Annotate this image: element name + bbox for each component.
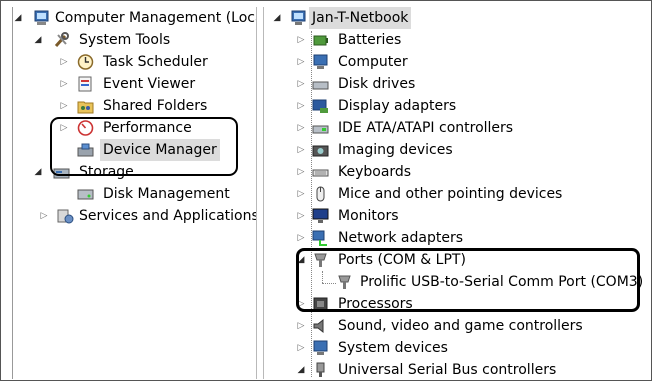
disk-drive-icon (312, 81, 329, 90)
category-label: Batteries (338, 32, 402, 48)
category-label: Keyboards (338, 164, 412, 180)
expand-arrow-icon[interactable]: ▷ (296, 34, 306, 46)
tools-icon (54, 32, 69, 48)
event-viewer-icon (78, 76, 92, 92)
mouse-icon (316, 186, 325, 202)
expand-arrow-icon[interactable]: ▷ (296, 78, 306, 90)
expand-arrow-icon[interactable]: ▷ (296, 144, 306, 156)
device-tree[interactable]: ◢ Jan-T-Netbook ▷ Batteries ▷ Computer ▷… (263, 7, 652, 379)
tree-item-label: Computer Management (Local (55, 10, 257, 26)
annotation-highlight-box (50, 117, 238, 176)
camera-icon (312, 145, 329, 157)
collapse-arrow-icon[interactable]: ◢ (13, 12, 23, 24)
system-device-icon (313, 340, 328, 355)
collapse-arrow-icon[interactable]: ◢ (296, 364, 306, 376)
collapse-arrow-icon[interactable]: ◢ (33, 166, 43, 178)
expand-arrow-icon[interactable]: ▷ (59, 56, 69, 68)
expand-arrow-icon[interactable]: ▷ (296, 100, 306, 112)
expand-arrow-icon[interactable]: ▷ (59, 78, 69, 90)
expand-arrow-icon[interactable]: ▷ (296, 122, 306, 134)
category-label: Computer (338, 54, 408, 70)
expand-arrow-icon[interactable]: ▷ (296, 320, 306, 332)
tree-item-label: Disk Management (103, 186, 230, 202)
category-label: System devices (338, 340, 448, 356)
services-icon (57, 209, 74, 224)
category-label: Network adapters (338, 230, 463, 246)
expand-arrow-icon[interactable]: ▷ (39, 210, 49, 222)
tree-item-label: Event Viewer (103, 76, 196, 92)
navigation-tree[interactable]: ◢ Computer Management (Local ◢ System To… (12, 7, 257, 379)
expand-arrow-icon[interactable]: ▷ (296, 210, 306, 222)
computer-management-icon (34, 10, 49, 25)
clock-icon (77, 54, 94, 70)
ide-controller-icon (312, 125, 329, 134)
category-label: IDE ATA/ATAPI controllers (338, 120, 514, 136)
computer-icon (291, 10, 306, 25)
expand-arrow-icon[interactable]: ▷ (59, 100, 69, 112)
battery-icon (313, 35, 328, 46)
tree-item-label: Services and Applications (79, 208, 257, 224)
usb-plug-icon (316, 362, 325, 377)
annotation-highlight-box (296, 248, 640, 312)
monitor-icon (312, 208, 329, 223)
collapse-arrow-icon[interactable]: ◢ (33, 34, 43, 46)
category-label: Monitors (338, 208, 399, 224)
tree-item-label: Shared Folders (103, 98, 208, 114)
category-label: Imaging devices (338, 142, 453, 158)
expand-arrow-icon[interactable]: ▷ (296, 56, 306, 68)
disk-management-icon (77, 189, 94, 200)
category-label: Disk drives (338, 76, 416, 92)
computer-icon (313, 54, 328, 69)
display-adapter-icon (312, 99, 328, 113)
network-adapter-icon (312, 230, 327, 246)
category-label: Universal Serial Bus controllers (338, 362, 557, 378)
tree-item-label: Task Scheduler (103, 54, 208, 70)
category-label: Sound, video and game controllers (338, 318, 583, 334)
expand-arrow-icon[interactable]: ▷ (296, 232, 306, 244)
computer-name-label: Jan-T-Netbook (309, 7, 412, 29)
collapse-arrow-icon[interactable]: ◢ (272, 12, 282, 24)
expand-arrow-icon[interactable]: ▷ (296, 166, 306, 178)
expand-arrow-icon[interactable]: ▷ (296, 188, 306, 200)
tree-item-label: System Tools (79, 32, 171, 48)
shared-folder-icon (77, 101, 94, 114)
category-label: Display adapters (338, 98, 457, 114)
category-label: Mice and other pointing devices (338, 186, 563, 202)
speaker-icon (313, 318, 324, 334)
expand-arrow-icon[interactable]: ▷ (296, 342, 306, 354)
keyboard-icon (312, 169, 329, 177)
